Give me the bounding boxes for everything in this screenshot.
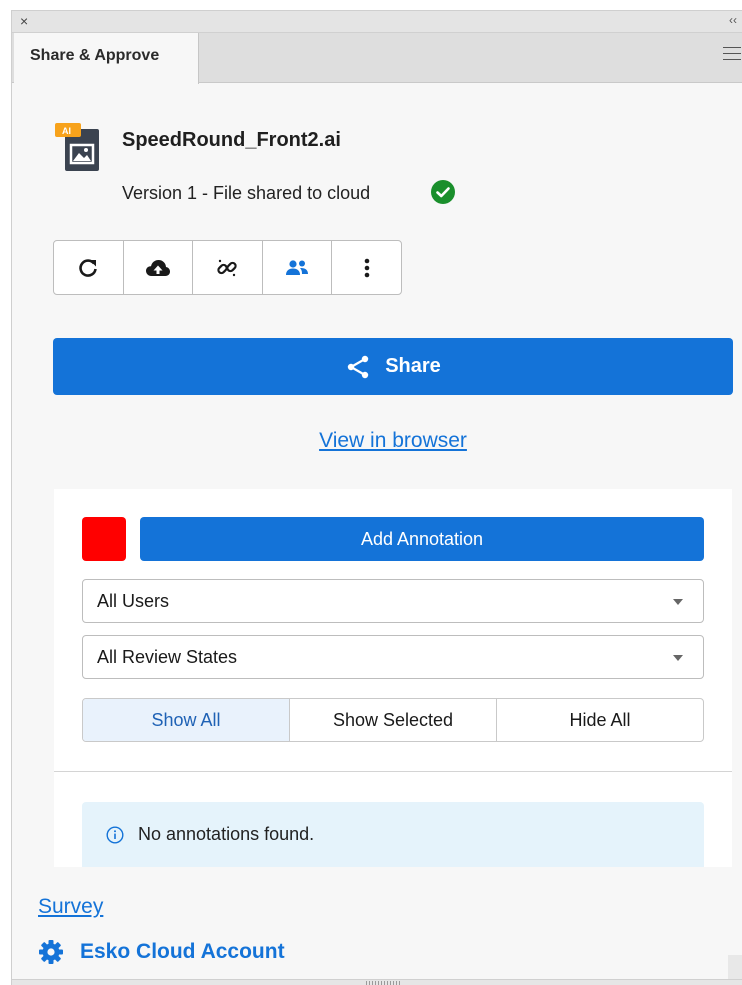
tab-share-approve[interactable]: Share & Approve [14, 33, 199, 84]
esko-cloud-account-link[interactable]: Esko Cloud Account [38, 939, 285, 965]
unlink-button[interactable] [193, 241, 263, 294]
visibility-segmented-control: Show All Show Selected Hide All [82, 698, 704, 742]
share-label: Share [385, 355, 441, 377]
refresh-icon [79, 258, 98, 277]
divider [54, 771, 732, 772]
upload-button[interactable] [124, 241, 194, 294]
collapse-icon[interactable]: ‹‹ [729, 13, 737, 27]
annotation-color-swatch[interactable] [82, 517, 126, 561]
users-filter-value: All Users [97, 590, 170, 611]
unlink-icon [217, 259, 238, 276]
file-toolbar [53, 240, 402, 295]
cloud-upload-icon [145, 259, 170, 276]
close-icon[interactable]: × [20, 13, 28, 29]
illustrator-file-icon: AI [55, 123, 99, 171]
file-name: SpeedRound_Front2.ai [122, 129, 341, 151]
scrollbar-corner[interactable] [728, 955, 742, 981]
users-icon [286, 259, 309, 275]
add-annotation-button[interactable]: Add Annotation [140, 517, 704, 561]
users-button[interactable] [263, 241, 333, 294]
more-button[interactable] [332, 241, 401, 294]
empty-annotations-alert: No annotations found. [82, 802, 704, 867]
resize-grip[interactable] [12, 979, 742, 985]
gear-icon [39, 940, 63, 964]
share-button[interactable]: Share [53, 338, 733, 395]
share-icon [348, 355, 369, 378]
view-in-browser-link[interactable]: View in browser [12, 429, 742, 453]
panel-titlebar: × ‹‹ [12, 11, 742, 33]
empty-annotations-message: No annotations found. [138, 824, 315, 844]
panel-tabbar: Share & Approve [12, 33, 742, 84]
users-filter-select[interactable]: All Users [82, 579, 704, 623]
file-badge: AI [62, 126, 71, 136]
more-vertical-icon [364, 258, 369, 277]
hide-all-button[interactable]: Hide All [497, 699, 703, 741]
show-selected-button[interactable]: Show Selected [290, 699, 497, 741]
check-circle-icon [431, 180, 455, 204]
show-all-button[interactable]: Show All [83, 699, 290, 741]
grip-handle-icon [366, 981, 400, 985]
chevron-down-icon [673, 655, 683, 661]
info-icon [106, 825, 124, 844]
esko-cloud-account-label: Esko Cloud Account [80, 940, 285, 963]
chevron-down-icon [673, 599, 683, 605]
hamburger-menu-icon[interactable] [723, 47, 741, 65]
review-states-filter-value: All Review States [97, 646, 238, 667]
survey-link[interactable]: Survey [38, 895, 103, 919]
share-approve-panel: × ‹‹ Share & Approve AI SpeedRound_Front… [11, 10, 742, 985]
annotations-panel: Add Annotation All Users All Review Stat… [54, 489, 732, 867]
version-status: Version 1 - File shared to cloud [122, 183, 371, 203]
refresh-button[interactable] [54, 241, 124, 294]
review-states-filter-select[interactable]: All Review States [82, 635, 704, 679]
